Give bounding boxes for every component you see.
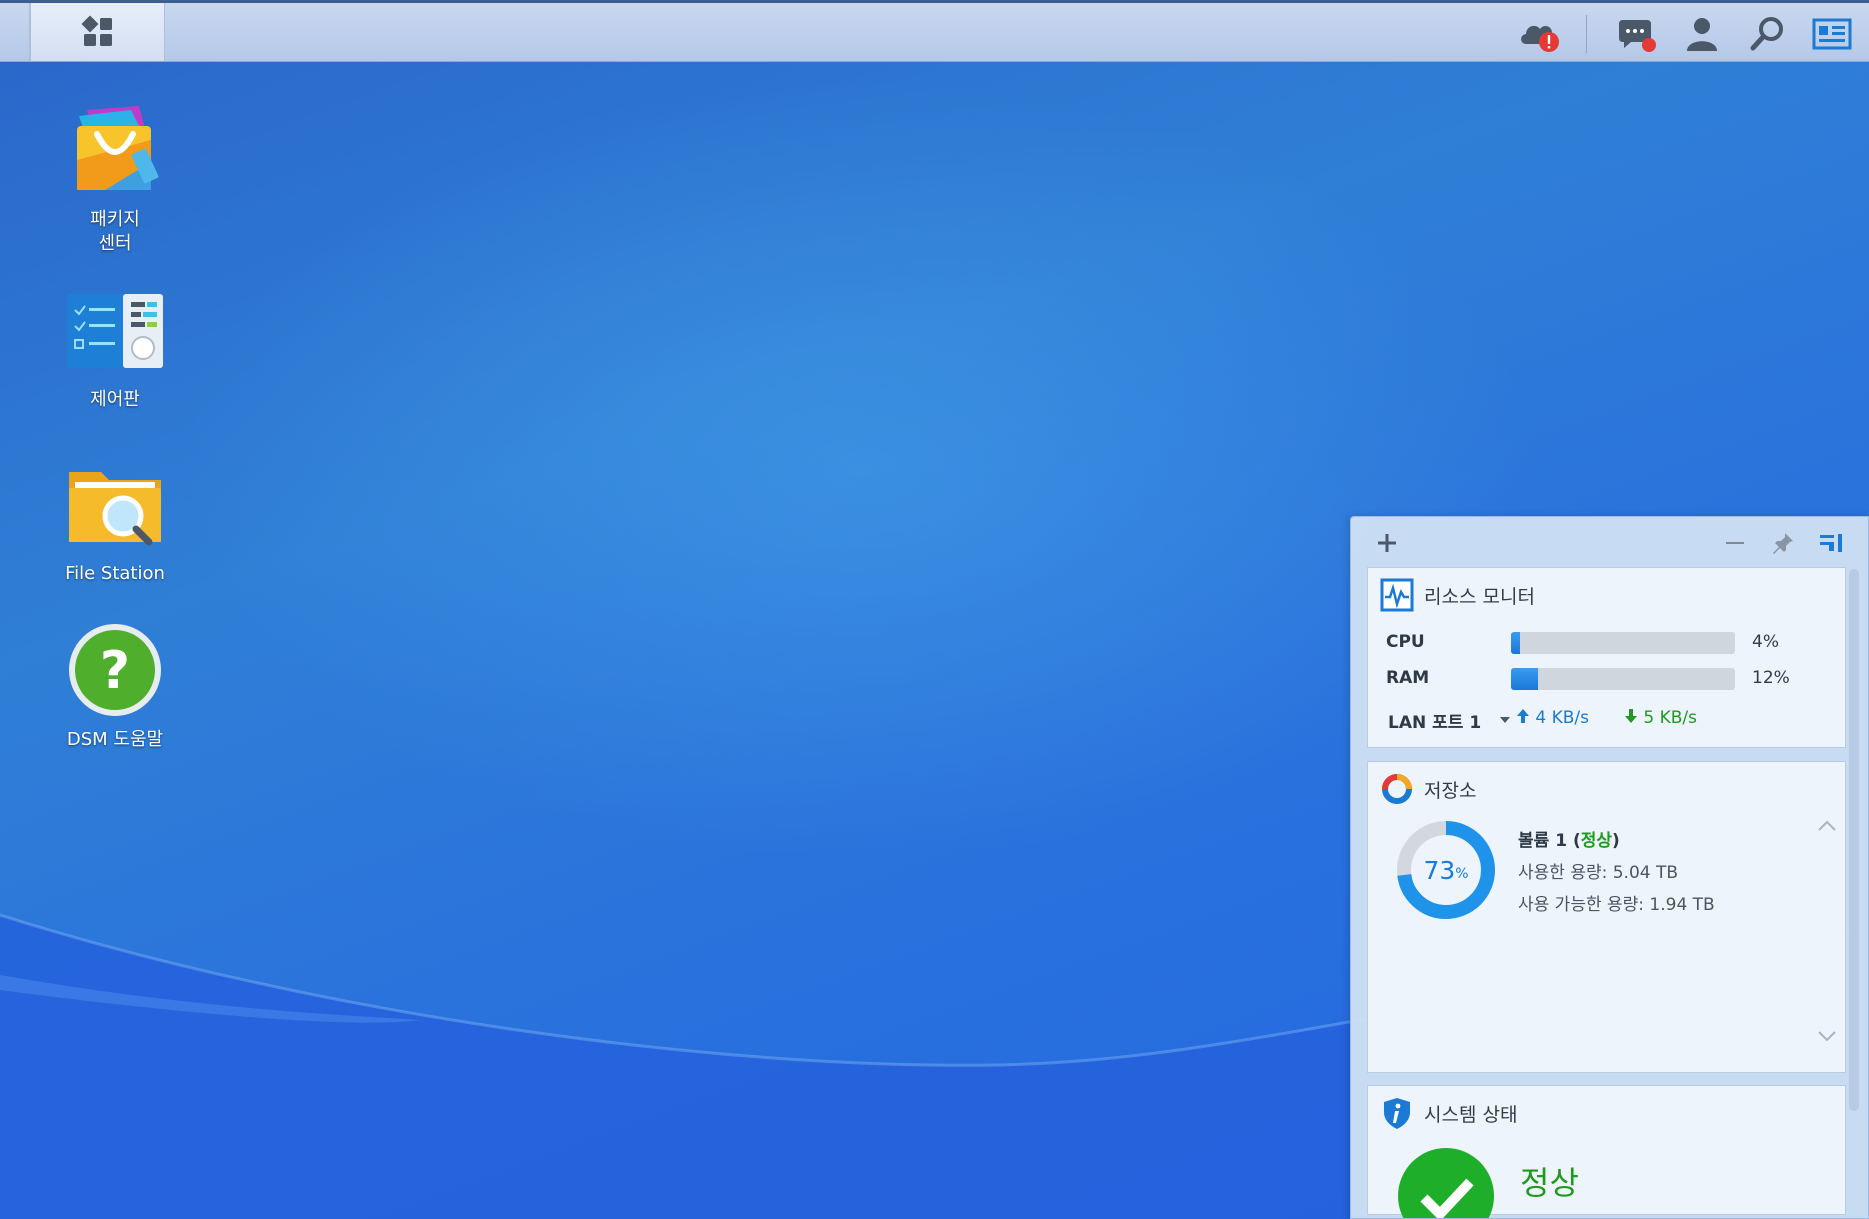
resource-monitor-widget: 리소스 모니터 CPU 4% RAM 12% LAN 포트 1 4 KB/s 5… — [1367, 567, 1846, 748]
minimize-button[interactable] — [1717, 525, 1753, 561]
file-station-icon — [69, 472, 161, 546]
chevron-up-icon[interactable] — [1815, 818, 1839, 834]
desktop-icon-dsm-help[interactable]: ? DSM 도움말 — [40, 618, 190, 752]
cloud-alert-button[interactable] — [1518, 13, 1562, 55]
notifications-button[interactable] — [1614, 13, 1658, 55]
dock-panel-button[interactable] — [1813, 525, 1849, 561]
activity-monitor-icon — [1380, 578, 1414, 612]
widget-title: 저장소 — [1424, 780, 1477, 802]
desktop-icon-package-center[interactable]: 패키지 센터 — [40, 98, 190, 256]
search-button[interactable] — [1746, 13, 1790, 55]
upload-value: 4 KB/s — [1535, 708, 1590, 728]
widgets-button[interactable] — [1810, 13, 1854, 55]
widget-panel-scrollbar[interactable] — [1849, 569, 1859, 1111]
used-capacity: 사용한 용량: 5.04 TB — [1518, 863, 1679, 883]
search-icon — [1750, 17, 1783, 51]
desktop-icon-label: File Station — [65, 563, 165, 584]
ram-percent: 12% — [1752, 668, 1790, 688]
lan-download-speed: 5 KB/s — [1624, 708, 1697, 728]
widget-panel: 리소스 모니터 CPU 4% RAM 12% LAN 포트 1 4 KB/s 5… — [1350, 516, 1869, 1219]
taskbar — [0, 0, 1869, 62]
cpu-label: CPU — [1386, 632, 1425, 652]
chevron-down-icon[interactable] — [1815, 1028, 1839, 1044]
usage-percent-value: 73 — [1423, 855, 1456, 885]
add-widget-button[interactable] — [1369, 525, 1405, 561]
usage-percent-unit: % — [1455, 866, 1469, 882]
user-icon — [1687, 18, 1717, 51]
chat-icon — [1619, 20, 1656, 52]
available-capacity: 사용 가능한 용량: 1.94 TB — [1518, 895, 1715, 915]
lan-port-label: LAN 포트 1 — [1388, 713, 1482, 733]
volume-name: 볼륨 1 (정상) — [1518, 826, 1620, 851]
cpu-usage-bar — [1511, 632, 1735, 654]
ram-label: RAM — [1386, 668, 1430, 688]
desktop-icon-label: 패키지 센터 — [90, 209, 140, 254]
volume-name-close: ) — [1612, 831, 1620, 851]
cpu-usage-fill — [1511, 632, 1520, 654]
upload-arrow-icon — [1517, 709, 1529, 723]
storage-pie-icon — [1382, 774, 1412, 804]
control-panel-icon — [67, 294, 163, 368]
widget-title: 시스템 상태 — [1424, 1104, 1518, 1126]
taskbar-divider — [1586, 15, 1587, 53]
ram-usage-fill — [1511, 668, 1538, 690]
download-value: 5 KB/s — [1643, 708, 1698, 728]
cloud-alert-icon — [1521, 25, 1559, 52]
plus-icon — [1378, 534, 1396, 552]
desktop-icon-control-panel[interactable]: 제어판 — [40, 278, 190, 412]
dock-right-icon — [1820, 534, 1842, 552]
volume-name-text: 볼륨 1 ( — [1518, 831, 1581, 851]
taskbar-left-edge — [0, 3, 30, 61]
desktop-icon-file-station[interactable]: File Station — [40, 452, 190, 586]
svg-text:?: ? — [100, 641, 130, 701]
main-menu-button[interactable] — [30, 3, 165, 61]
system-status-text: 정상 — [1520, 1164, 1579, 1202]
shield-info-icon — [1384, 1098, 1410, 1129]
checkmark-icon — [1398, 1148, 1494, 1218]
package-center-icon — [77, 106, 159, 190]
pin-button[interactable] — [1765, 525, 1801, 561]
volume-status: 정상 — [1580, 831, 1612, 851]
widget-title: 리소스 모니터 — [1424, 586, 1535, 608]
download-arrow-icon — [1625, 709, 1637, 723]
storage-widget: 저장소 73% 볼륨 1 (정상) 사용한 용량: 5.04 TB 사용 가능한… — [1367, 761, 1846, 1073]
system-status-widget: 시스템 상태 정상 — [1367, 1085, 1846, 1218]
desktop-icon-label: 제어판 — [90, 389, 140, 410]
help-icon: ? — [69, 624, 161, 716]
cpu-percent: 4% — [1752, 632, 1779, 652]
volume-usage-percent: 73% — [1396, 820, 1496, 920]
widgets-icon — [1812, 18, 1852, 50]
user-button[interactable] — [1680, 13, 1724, 55]
lan-upload-speed: 4 KB/s — [1516, 708, 1589, 728]
grid-icon — [81, 15, 112, 46]
minimize-icon — [1726, 542, 1744, 544]
ram-usage-bar — [1511, 668, 1735, 690]
desktop-icon-label: DSM 도움말 — [66, 729, 164, 750]
widget-panel-header — [1351, 517, 1868, 567]
dropdown-arrow-icon — [1500, 717, 1510, 723]
pin-icon — [1773, 533, 1793, 554]
